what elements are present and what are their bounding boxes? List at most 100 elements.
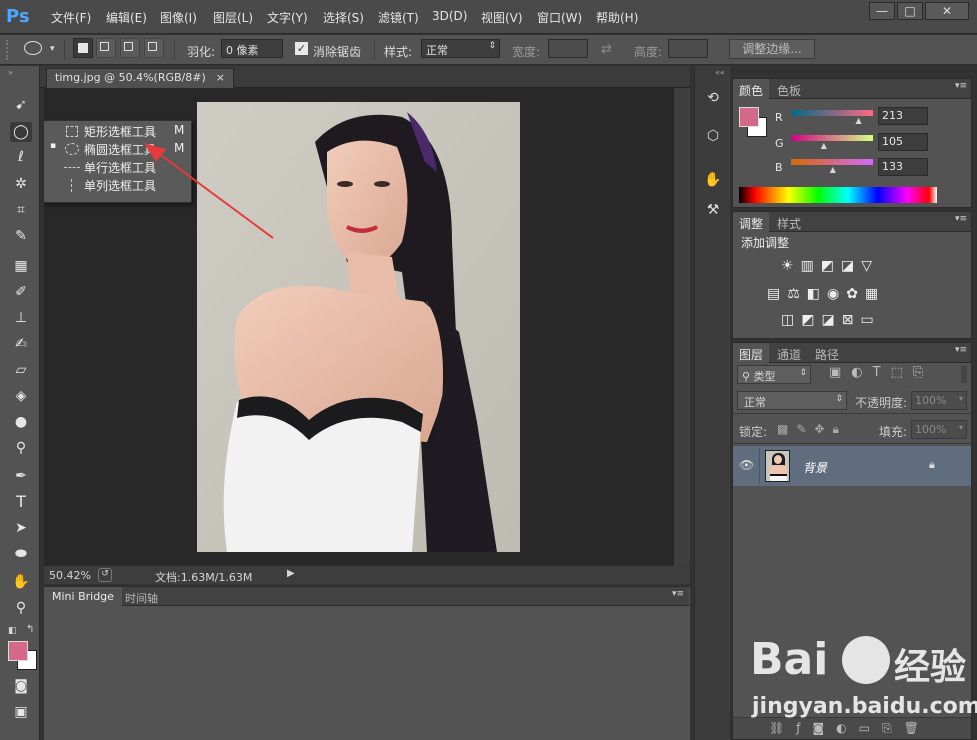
tool-presets-icon[interactable]: ⚒ <box>701 202 725 226</box>
opacity-input[interactable]: 100% ▾ <box>911 391 967 410</box>
magic-wand-tool-icon[interactable]: ✲ <box>10 174 32 194</box>
menu-filter[interactable]: 滤镜(T) <box>378 9 419 26</box>
lasso-tool-icon[interactable]: ℓ <box>10 147 32 167</box>
default-colors-icon[interactable]: ◧ <box>8 626 17 636</box>
tab-timeline[interactable]: 时间轴 <box>120 587 163 607</box>
layer-filter-icons[interactable]: ▣◐T⬚⎘ <box>829 365 933 380</box>
quick-mask-icon[interactable]: ◙ <box>10 676 32 696</box>
tab-adjustments[interactable]: 调整 <box>733 212 770 232</box>
layer-filter-select[interactable]: ⚲ 类型 ⇕ <box>737 365 811 384</box>
add-to-selection-button[interactable] <box>96 38 116 58</box>
tab-styles[interactable]: 样式 <box>771 212 807 232</box>
history-panel-icon[interactable]: ⟲ <box>701 90 725 114</box>
info-panel-icon[interactable]: ⬡ <box>701 128 725 152</box>
feather-input[interactable]: 0 像素 <box>221 39 283 58</box>
r-value-input[interactable]: 213 <box>878 107 928 125</box>
height-input[interactable] <box>668 39 708 58</box>
eraser-tool-icon[interactable]: ▱ <box>10 360 32 380</box>
minimize-button[interactable]: — <box>869 2 895 20</box>
menu-image[interactable]: 图像(I) <box>160 9 197 26</box>
maximize-button[interactable]: □ <box>897 2 923 20</box>
intersect-selection-button[interactable] <box>144 38 164 58</box>
vertical-scrollbar[interactable] <box>674 88 690 566</box>
path-selection-tool-icon[interactable]: ➤ <box>10 518 32 538</box>
panel-menu-icon[interactable]: ▾≡ <box>672 589 684 599</box>
refine-edge-button[interactable]: 调整边缘... <box>729 39 815 59</box>
blur-tool-icon[interactable]: ● <box>10 412 32 432</box>
adjust-row-1-icons[interactable]: ☀▥◩◪▽ <box>781 258 879 274</box>
pen-tool-icon[interactable]: ✒ <box>10 466 32 486</box>
style-select[interactable]: 正常 ⇕ <box>421 39 500 58</box>
brush-tool-icon[interactable]: ✐ <box>10 282 32 302</box>
collapse-icon[interactable]: » <box>8 68 13 77</box>
ellipse-preset-icon[interactable] <box>24 41 42 55</box>
g-slider-thumb[interactable]: ▲ <box>821 141 827 150</box>
close-button[interactable]: ✕ <box>925 2 969 20</box>
antialias-checkbox[interactable]: ✓ <box>295 42 308 55</box>
eye-visibility-icon[interactable]: 👁︎ <box>739 458 754 472</box>
swap-colors-icon[interactable]: ↰ <box>26 624 34 635</box>
menu-file[interactable]: 文件(F) <box>51 9 91 26</box>
tab-channels[interactable]: 通道 <box>771 343 807 363</box>
swap-icon[interactable]: ⇄ <box>601 42 612 57</box>
panel-menu-icon[interactable]: ▾≡ <box>955 81 967 91</box>
status-menu-arrow-icon[interactable]: ▶ <box>287 568 295 579</box>
move-tool-icon[interactable]: ➹ <box>10 95 32 115</box>
document-tab[interactable]: timg.jpg @ 50.4%(RGB/8#) × <box>46 68 234 88</box>
adjust-row-2-icons[interactable]: ▤⚖◧◉✿▦ <box>767 286 885 302</box>
width-input[interactable] <box>548 39 588 58</box>
adjust-row-3-icons[interactable]: ◫◩◪⊠▭ <box>781 312 881 328</box>
eyedropper-tool-icon[interactable]: ✎ <box>10 226 32 246</box>
brush-presets-icon[interactable]: ✋ <box>701 172 725 196</box>
tab-color[interactable]: 颜色 <box>733 79 770 99</box>
subtract-selection-button[interactable] <box>120 38 140 58</box>
close-tab-icon[interactable]: × <box>216 71 225 84</box>
status-info-icon[interactable]: ↺ <box>98 568 112 582</box>
menu-type[interactable]: 文字(Y) <box>267 9 308 26</box>
menu-edit[interactable]: 编辑(E) <box>106 9 147 26</box>
history-brush-tool-icon[interactable]: ✍ <box>10 334 32 354</box>
menu-select[interactable]: 选择(S) <box>323 9 364 26</box>
clone-stamp-tool-icon[interactable]: ⊥ <box>10 308 32 328</box>
screen-mode-icon[interactable]: ▣ <box>10 702 32 722</box>
ellipse-shape-tool-icon[interactable]: ⬬ <box>10 544 32 564</box>
foreground-color-swatch[interactable] <box>8 641 28 661</box>
panel-menu-icon[interactable]: ▾≡ <box>955 214 967 224</box>
zoom-level[interactable]: 50.42% <box>49 569 91 582</box>
tab-paths[interactable]: 路径 <box>809 343 845 363</box>
menu-help[interactable]: 帮助(H) <box>596 9 638 26</box>
b-value-input[interactable]: 133 <box>878 158 928 176</box>
paint-bucket-tool-icon[interactable]: ◈ <box>10 386 32 406</box>
panel-menu-icon[interactable]: ▾≡ <box>955 345 967 355</box>
menu-view[interactable]: 视图(V) <box>481 9 523 26</box>
menu-layer[interactable]: 图层(L) <box>213 9 253 26</box>
color-fg-swatch[interactable] <box>739 107 759 127</box>
flyout-item-rect-marquee[interactable]: 矩形选框工具 M <box>50 123 190 141</box>
color-spectrum-bar[interactable] <box>739 187 937 203</box>
tab-layers[interactable]: 图层 <box>733 343 770 363</box>
tab-mini-bridge[interactable]: Mini Bridge <box>44 587 122 607</box>
hand-tool-icon[interactable]: ✋ <box>10 572 32 592</box>
new-selection-button[interactable] <box>73 38 93 58</box>
menu-3d[interactable]: 3D(D) <box>432 9 467 23</box>
layer-row-background[interactable]: 👁︎ 背景 🔒︎ <box>733 446 971 486</box>
fill-input[interactable]: 100% ▾ <box>911 420 967 439</box>
lock-icons[interactable]: ▩✎✥🔒︎ <box>777 422 847 437</box>
layer-name[interactable]: 背景 <box>803 459 827 476</box>
type-tool-icon[interactable]: T <box>10 492 32 512</box>
expand-icon[interactable]: «« <box>715 68 725 77</box>
crop-tool-icon[interactable]: ⌗ <box>10 200 32 220</box>
g-value-input[interactable]: 105 <box>878 133 928 151</box>
g-slider-track[interactable] <box>791 135 873 141</box>
menu-window[interactable]: 窗口(W) <box>537 9 582 26</box>
elliptical-marquee-tool-icon[interactable]: ◯ <box>10 122 32 142</box>
tab-swatches[interactable]: 色板 <box>771 79 807 99</box>
blend-mode-select[interactable]: 正常 ⇕ <box>737 391 847 410</box>
dodge-tool-icon[interactable]: ⚲ <box>10 438 32 458</box>
preset-dropdown-icon[interactable]: ▾ <box>50 44 55 54</box>
r-slider-thumb[interactable]: ▲ <box>855 116 861 125</box>
healing-brush-tool-icon[interactable]: ▦ <box>10 256 32 276</box>
filter-toggle[interactable] <box>961 366 967 383</box>
b-slider-thumb[interactable]: ▲ <box>830 165 836 174</box>
zoom-tool-icon[interactable]: ⚲ <box>10 598 32 618</box>
